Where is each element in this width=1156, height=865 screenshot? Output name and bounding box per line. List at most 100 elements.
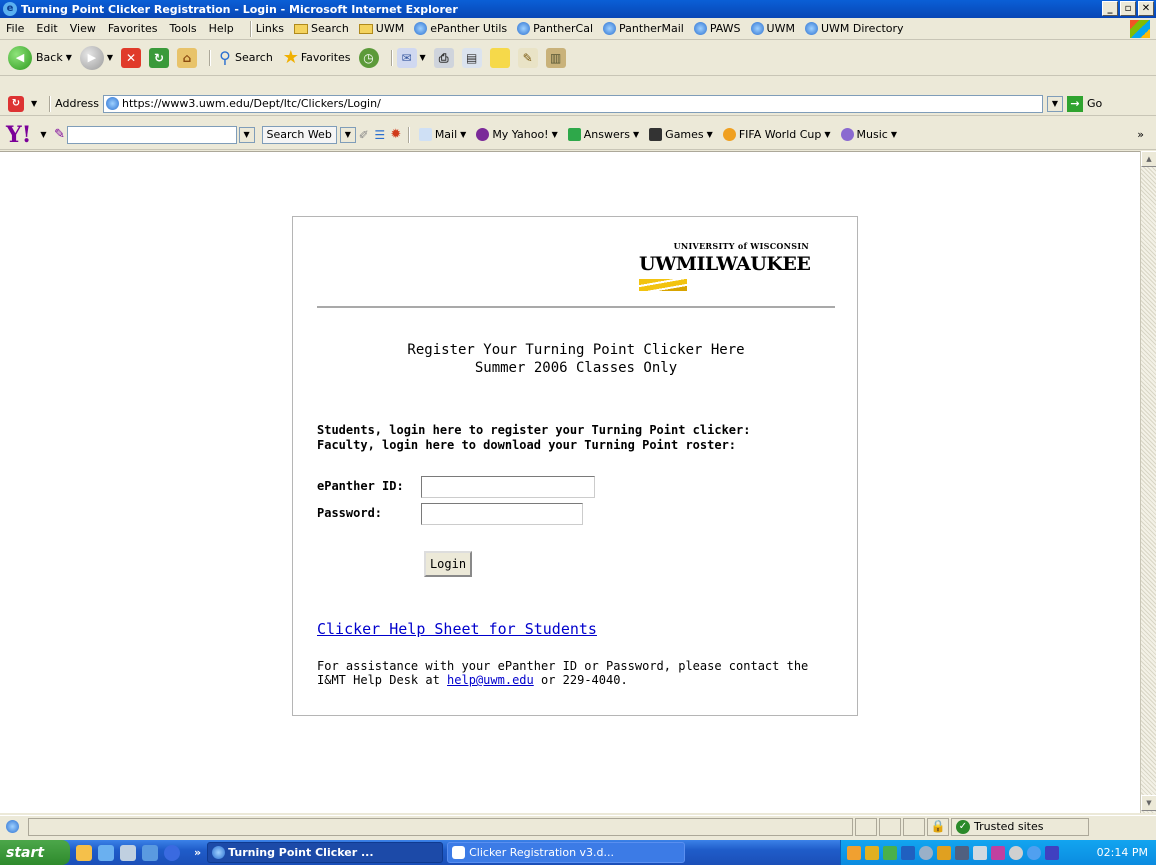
home-button[interactable]: ⌂: [177, 47, 198, 68]
login-instructions: Students, login here to register your Tu…: [317, 423, 835, 453]
address-input[interactable]: https://www3.uwm.edu/Dept/ltc/Clickers/L…: [102, 94, 1043, 113]
forward-button[interactable]: ▶ ▼: [79, 45, 113, 70]
tray-icon[interactable]: [847, 845, 861, 860]
security-zone[interactable]: ✓ Trusted sites: [951, 817, 1089, 836]
tray-icon[interactable]: [901, 845, 915, 860]
tray-icon[interactable]: [937, 845, 951, 860]
menu-view[interactable]: View: [70, 22, 96, 35]
tray-icon[interactable]: [991, 845, 1005, 860]
window-title-bar[interactable]: e Turning Point Clicker Registration - L…: [0, 0, 1156, 18]
logo-stripe-graphic: [639, 279, 687, 291]
my-yahoo-button[interactable]: My Yahoo! ▼: [476, 128, 558, 141]
link-panthercal[interactable]: PantherCal: [517, 22, 593, 35]
tray-icon[interactable]: [1045, 845, 1059, 860]
search-label: Search: [235, 51, 273, 64]
epanther-id-input[interactable]: [421, 476, 595, 498]
link-panthermail[interactable]: PantherMail: [603, 22, 684, 35]
stop-button[interactable]: ✕: [121, 47, 142, 68]
maximize-button[interactable]: ▫: [1120, 1, 1136, 16]
link-label: PantherMail: [619, 22, 684, 35]
translate-icon[interactable]: ↻: [8, 95, 24, 112]
start-button[interactable]: start: [0, 840, 70, 865]
yahoo-mail-button[interactable]: Mail ▼: [418, 128, 466, 141]
chevron-down-icon[interactable]: ▼: [40, 130, 46, 139]
pencil-icon[interactable]: ✎: [53, 125, 67, 145]
link-uwm[interactable]: UWM: [750, 22, 795, 35]
tray-icon[interactable]: [883, 845, 897, 860]
folder-icon: [358, 23, 373, 34]
note-icon: [489, 47, 510, 68]
chevron-down-icon[interactable]: ▼: [31, 99, 37, 108]
highlight-icon[interactable]: ✐: [356, 125, 372, 145]
outlook-quicklaunch-icon[interactable]: [142, 844, 158, 861]
link-paws[interactable]: PAWS: [693, 22, 741, 35]
password-input[interactable]: [421, 503, 583, 525]
quicklaunch-more-icon[interactable]: »: [194, 846, 201, 859]
tray-icon[interactable]: [919, 845, 933, 860]
link-epanther-utils[interactable]: ePanther Utils: [414, 22, 507, 35]
mail-button[interactable]: ✉ ▼: [396, 47, 426, 68]
print-button[interactable]: ⎙: [433, 47, 454, 68]
link-uwm-directory[interactable]: UWM Directory: [804, 22, 904, 35]
toolbar-more-button[interactable]: »: [1137, 128, 1144, 141]
music-button[interactable]: Music ▼: [840, 128, 897, 141]
login-button[interactable]: Login: [424, 551, 472, 577]
back-button[interactable]: ◀ Back ▼: [8, 45, 72, 70]
refresh-button[interactable]: ↻: [149, 47, 170, 68]
lock-icon[interactable]: 🔒: [927, 817, 949, 836]
search-button[interactable]: ⚲ Search: [215, 48, 273, 68]
tray-icon[interactable]: [865, 845, 879, 860]
favorites-button[interactable]: ★ Favorites: [281, 47, 351, 68]
menu-file[interactable]: File: [6, 22, 24, 35]
tray-icon[interactable]: [973, 845, 987, 860]
antispy-icon[interactable]: ✹: [388, 125, 404, 145]
search-web-button[interactable]: Search Web: [261, 125, 337, 144]
research-button[interactable]: ▥: [545, 47, 566, 68]
mail-icon: [418, 128, 432, 141]
media-quicklaunch-icon[interactable]: [164, 844, 180, 861]
messenger-button[interactable]: ✎: [517, 47, 538, 68]
yahoo-logo[interactable]: Y!: [6, 122, 31, 148]
address-separator: [49, 95, 52, 112]
tray-icon[interactable]: [1027, 845, 1041, 860]
search-web-dropdown[interactable]: ▼: [339, 126, 356, 143]
answers-button[interactable]: Answers ▼: [567, 128, 639, 141]
menu-tools[interactable]: Tools: [170, 22, 197, 35]
link-uwm-folder[interactable]: UWM: [358, 22, 404, 35]
help-email-link[interactable]: help@uwm.edu: [447, 673, 534, 687]
taskbar-item-ie[interactable]: Turning Point Clicker ...: [207, 842, 444, 863]
yahoo-item-label: Answers: [583, 128, 631, 141]
ie-page-icon: [517, 22, 531, 35]
ie-quicklaunch-icon[interactable]: [98, 844, 114, 861]
answers-icon: [567, 128, 581, 141]
address-dropdown-button[interactable]: ▼: [1046, 95, 1063, 112]
menu-help[interactable]: Help: [209, 22, 234, 35]
yahoo-search-dropdown[interactable]: ▼: [238, 126, 255, 143]
menu-separator: [249, 20, 252, 37]
go-label[interactable]: Go: [1087, 97, 1102, 110]
go-arrow-icon[interactable]: →: [1066, 95, 1083, 112]
clicker-help-sheet-link[interactable]: Clicker Help Sheet for Students: [317, 620, 597, 638]
scroll-down-button[interactable]: ▼: [1141, 795, 1156, 811]
assistance-suffix: or 229-4040.: [533, 673, 628, 687]
menu-edit[interactable]: Edit: [36, 22, 57, 35]
scroll-up-button[interactable]: ▲: [1141, 151, 1156, 167]
tray-icon[interactable]: [955, 845, 969, 860]
close-button[interactable]: ✕: [1138, 1, 1154, 16]
folder-quicklaunch-icon[interactable]: [76, 844, 92, 861]
notepad-quicklaunch-icon[interactable]: [120, 844, 136, 861]
layout-icon[interactable]: ☰: [372, 125, 388, 145]
yahoo-search-input[interactable]: [66, 125, 237, 144]
discuss-button[interactable]: [489, 47, 510, 68]
tray-icon[interactable]: [1009, 845, 1023, 860]
vertical-scrollbar[interactable]: ▲ ▼: [1140, 151, 1156, 813]
login-panel: UNIVERSITY of WISCONSIN UWMILWAUKEE Regi…: [292, 216, 858, 716]
games-button[interactable]: Games ▼: [649, 128, 713, 141]
history-button[interactable]: ◷: [358, 47, 379, 68]
taskbar-item-word[interactable]: Clicker Registration v3.d...: [447, 842, 686, 863]
link-search[interactable]: Search: [294, 22, 349, 35]
edit-button[interactable]: ▤: [461, 47, 482, 68]
menu-favorites[interactable]: Favorites: [108, 22, 158, 35]
minimize-button[interactable]: _: [1102, 1, 1118, 16]
fifa-world-cup-button[interactable]: FIFA World Cup ▼: [722, 128, 831, 141]
